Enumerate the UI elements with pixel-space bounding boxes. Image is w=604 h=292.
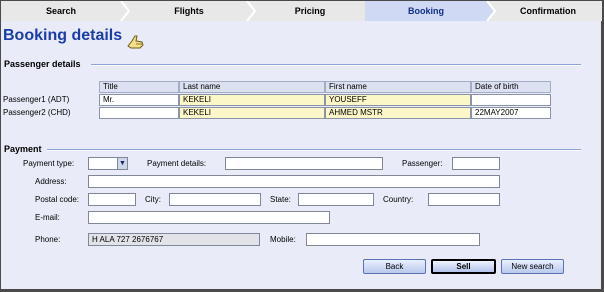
section-divider <box>47 149 581 151</box>
page-title: Booking details <box>3 27 123 44</box>
column-header-title: Title <box>99 81 179 93</box>
booking-window: Search Flights Pricing Booking Confirmat… <box>0 0 604 292</box>
email-input[interactable] <box>88 211 330 224</box>
city-input[interactable] <box>169 193 261 206</box>
step-pricing[interactable]: Pricing <box>255 1 365 21</box>
passenger-row-label: Passenger2 (CHD) <box>3 108 71 117</box>
step-bar: Search Flights Pricing Booking Confirmat… <box>1 1 602 21</box>
passenger-dob-input[interactable]: 22MAY2007 <box>471 107 551 119</box>
passenger-last-name-input[interactable]: KEKELI <box>179 94 325 106</box>
column-header-last-name: Last name <box>179 81 325 93</box>
passenger-dob-input[interactable] <box>471 94 551 106</box>
country-input[interactable] <box>428 193 500 206</box>
payment-section-title: Payment <box>4 144 42 154</box>
address-input[interactable] <box>88 175 500 188</box>
mobile-label: Mobile: <box>270 235 296 244</box>
passenger-first-name-input[interactable]: YOUSEFF <box>325 94 471 106</box>
chevron-down-icon[interactable]: ▼ <box>117 158 127 169</box>
postal-code-input[interactable] <box>88 193 136 206</box>
column-header-date-of-birth: Date of birth <box>471 81 551 93</box>
step-search[interactable]: Search <box>1 1 121 21</box>
phone-input[interactable]: H ALA 727 2676767 <box>88 233 260 246</box>
state-label: State: <box>270 195 291 204</box>
passenger-last-name-input[interactable]: KEKELI <box>179 107 325 119</box>
payment-type-label: Payment type: <box>23 159 75 168</box>
passenger-section-title: Passenger details <box>4 59 81 69</box>
sell-button[interactable]: Sell <box>431 259 496 274</box>
payment-details-input[interactable] <box>225 157 383 170</box>
step-confirmation[interactable]: Confirmation <box>495 1 601 21</box>
city-label: City: <box>145 195 161 204</box>
passenger-title-input[interactable] <box>99 107 179 119</box>
email-label: E-mail: <box>35 213 60 222</box>
passenger-row-label: Passenger1 (ADT) <box>3 95 70 104</box>
passenger-first-name-input[interactable]: AHMED MSTR <box>325 107 471 119</box>
payment-type-select[interactable]: ▼ <box>88 157 128 170</box>
passenger-title-input[interactable]: Mr. <box>99 94 179 106</box>
postal-code-label: Postal code: <box>35 195 80 204</box>
passenger-label: Passenger: <box>402 159 443 168</box>
step-booking[interactable]: Booking <box>365 1 487 21</box>
passenger-input[interactable] <box>452 157 500 170</box>
back-button[interactable]: Back <box>363 259 426 274</box>
state-input[interactable] <box>298 193 374 206</box>
section-divider <box>91 64 581 66</box>
new-search-button[interactable]: New search <box>501 259 564 274</box>
phone-label: Phone: <box>35 235 61 244</box>
payment-details-label: Payment details: <box>147 159 207 168</box>
pointing-hand-icon <box>127 35 144 49</box>
mobile-input[interactable] <box>306 233 480 246</box>
step-flights[interactable]: Flights <box>129 1 249 21</box>
country-label: Country: <box>383 195 414 204</box>
address-label: Address: <box>35 177 67 186</box>
column-header-first-name: First name <box>325 81 471 93</box>
